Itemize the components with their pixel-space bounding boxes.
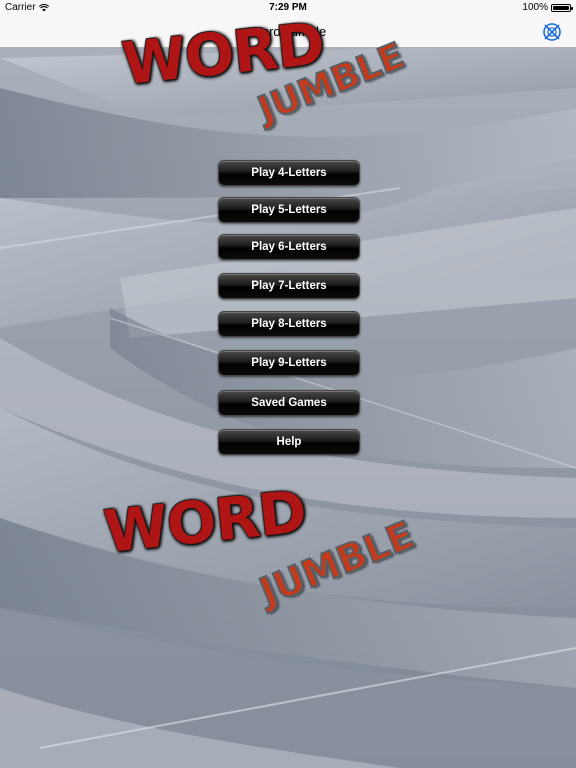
game-center-icon <box>543 23 561 41</box>
play-5-letters-button[interactable]: Play 5-Letters <box>218 197 360 223</box>
play-7-letters-button[interactable]: Play 7-Letters <box>218 273 360 299</box>
logo-top: WORD JUMBLE <box>118 9 458 150</box>
play-8-letters-button[interactable]: Play 8-Letters <box>218 311 360 337</box>
play-4-letters-button[interactable]: Play 4-Letters <box>218 160 360 186</box>
saved-games-button[interactable]: Saved Games <box>218 390 360 416</box>
battery-icon <box>551 3 573 12</box>
play-6-letters-button[interactable]: Play 6-Letters <box>218 234 360 260</box>
help-button[interactable]: Help <box>218 429 360 455</box>
logo-bottom: WORD JUMBLE <box>100 477 460 630</box>
logo-word-text: WORD <box>100 477 309 566</box>
battery-indicator: 100% <box>522 2 573 13</box>
battery-percent: 100% <box>522 2 548 13</box>
status-time: 7:29 PM <box>269 2 307 13</box>
game-center-button[interactable] <box>542 22 562 42</box>
play-9-letters-button[interactable]: Play 9-Letters <box>218 350 360 376</box>
